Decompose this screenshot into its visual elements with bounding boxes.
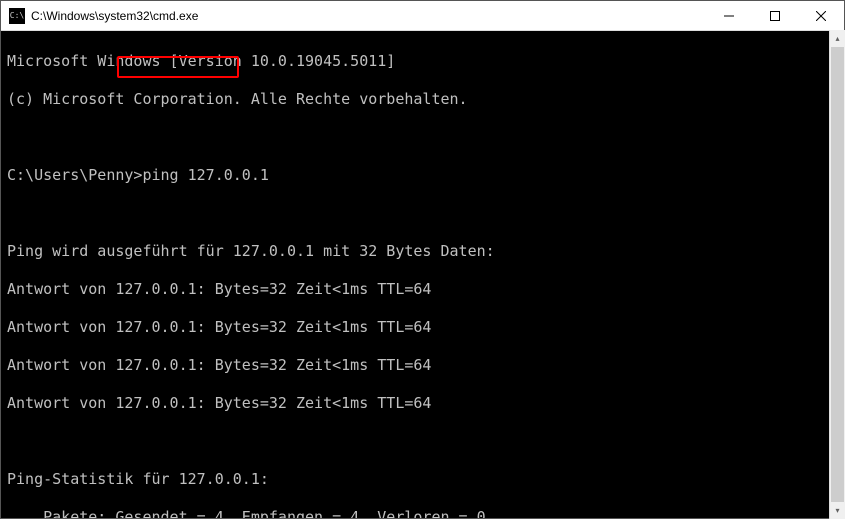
vertical-scrollbar[interactable]: ▴ ▾: [829, 30, 845, 519]
blank-line: [7, 128, 844, 147]
ping-reply: Antwort von 127.0.0.1: Bytes=32 Zeit<1ms…: [7, 280, 844, 299]
scroll-down-arrow-icon[interactable]: ▾: [830, 502, 845, 519]
prompt-prefix: C:\Users\Penny>: [7, 166, 142, 184]
window-title: C:\Windows\system32\cmd.exe: [31, 9, 706, 23]
scroll-up-arrow-icon[interactable]: ▴: [830, 30, 845, 47]
version-line: Microsoft Windows [Version 10.0.19045.50…: [7, 52, 844, 71]
scrollbar-thumb[interactable]: [831, 47, 844, 502]
stats-packets: Pakete: Gesendet = 4, Empfangen = 4, Ver…: [7, 508, 844, 518]
minimize-icon: [724, 11, 734, 21]
blank-line: [7, 432, 844, 451]
close-button[interactable]: [798, 1, 844, 30]
window-controls: [706, 1, 844, 30]
ping-reply: Antwort von 127.0.0.1: Bytes=32 Zeit<1ms…: [7, 356, 844, 375]
prompt-line-1: C:\Users\Penny>ping 127.0.0.1: [7, 166, 844, 185]
app-icon: C:\: [9, 8, 25, 24]
copyright-line: (c) Microsoft Corporation. Alle Rechte v…: [7, 90, 844, 109]
stats-header: Ping-Statistik für 127.0.0.1:: [7, 470, 844, 489]
terminal-output[interactable]: Microsoft Windows [Version 10.0.19045.50…: [1, 31, 844, 518]
ping-reply: Antwort von 127.0.0.1: Bytes=32 Zeit<1ms…: [7, 318, 844, 337]
app-icon-glyph: C:\: [10, 12, 24, 20]
ping-reply: Antwort von 127.0.0.1: Bytes=32 Zeit<1ms…: [7, 394, 844, 413]
cmd-window: C:\ C:\Windows\system32\cmd.exe Microsof…: [0, 0, 845, 519]
maximize-button[interactable]: [752, 1, 798, 30]
maximize-icon: [770, 11, 780, 21]
ping-header: Ping wird ausgeführt für 127.0.0.1 mit 3…: [7, 242, 844, 261]
command-text: ping 127.0.0.1: [142, 166, 268, 184]
titlebar[interactable]: C:\ C:\Windows\system32\cmd.exe: [1, 1, 844, 31]
minimize-button[interactable]: [706, 1, 752, 30]
blank-line: [7, 204, 844, 223]
close-icon: [816, 11, 826, 21]
